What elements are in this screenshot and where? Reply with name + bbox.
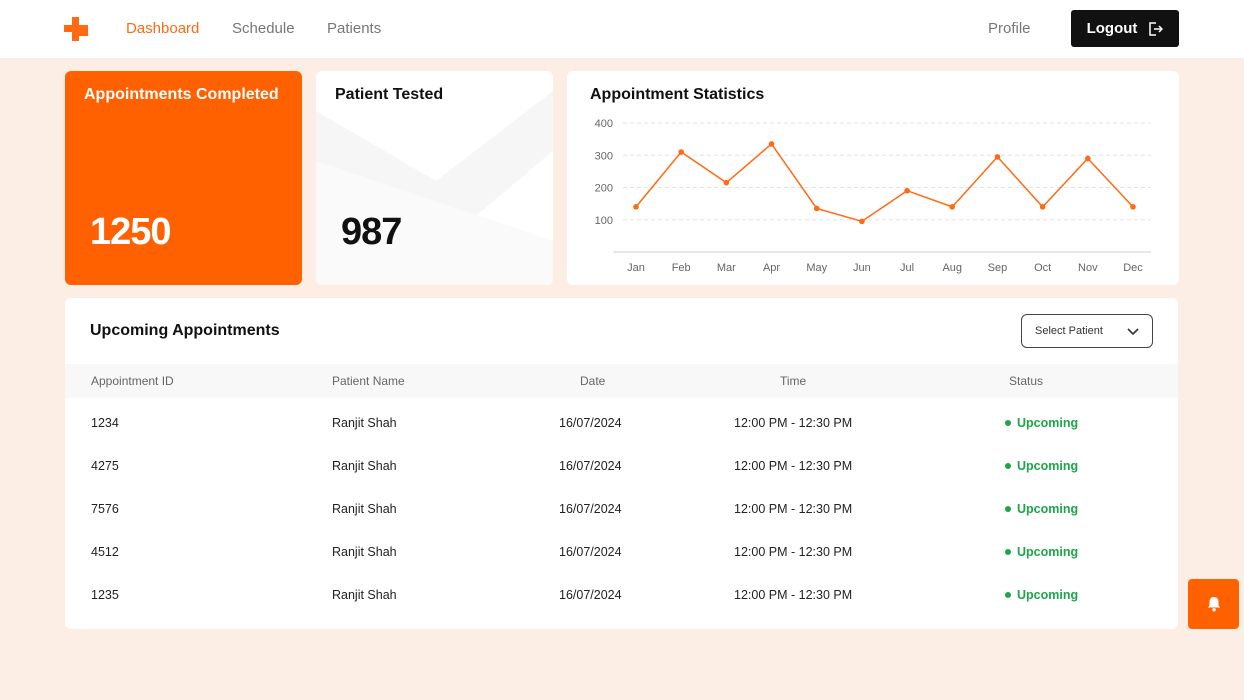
data-point[interactable] [678,149,684,155]
column-header-status: Status [1009,374,1044,388]
status-badge: Upcoming [1005,416,1078,430]
patient-name: Ranjit Shah [332,502,397,516]
x-tick-label: Sep [988,262,1008,274]
appointment-id: 7576 [91,502,119,516]
top-navigation-bar: Dashboard Schedule Patients Profile Logo… [0,0,1244,58]
y-tick-label: 400 [595,118,613,130]
data-point[interactable] [994,154,1001,160]
data-point[interactable] [1039,204,1046,210]
logout-icon [1149,21,1164,36]
appointments-completed-card: Appointments Completed 1250 [65,71,302,285]
patient-name: Ranjit Shah [332,416,397,430]
appointment-time: 12:00 PM - 12:30 PM [734,545,853,559]
table-row[interactable]: 1234 Ranjit Shah 16/07/2024 12:00 PM - 1… [65,403,1178,446]
x-tick-label: Mar [717,262,736,274]
status-label: Upcoming [1017,502,1079,516]
x-tick-label: Dec [1123,262,1143,274]
y-tick-label: 100 [595,215,613,227]
status-dot [1005,549,1011,555]
appointment-id: 1235 [91,588,119,602]
nav-profile[interactable]: Profile [988,20,1031,37]
data-point[interactable] [949,204,956,210]
appointment-time: 12:00 PM - 12:30 PM [734,459,853,473]
status-dot [1005,506,1011,512]
appointments-completed-value: 1250 [90,211,172,253]
patient-tested-value: 987 [341,211,402,253]
column-header-patient-name: Patient Name [332,374,405,388]
x-tick-label: Jun [853,262,871,274]
nav-dashboard[interactable]: Dashboard [126,20,199,37]
y-tick-label: 200 [595,183,613,195]
appointment-time: 12:00 PM - 12:30 PM [734,502,853,516]
select-patient-dropdown[interactable]: Select Patient [1021,314,1153,348]
status-label: Upcoming [1017,545,1079,559]
logout-button[interactable]: Logout [1071,10,1179,47]
x-tick-label: Feb [672,262,691,274]
appointment-statistics-card: Appointment Statistics 100 200 300 400 Jan Fe… [567,71,1179,285]
patient-name: Ranjit Shah [332,545,397,559]
status-label: Upcoming [1017,459,1079,473]
appointment-time: 12:00 PM - 12:30 PM [734,416,853,430]
cross-logo-icon[interactable] [64,17,88,41]
appointment-id: 4512 [91,545,119,559]
status-badge: Upcoming [1005,545,1078,559]
status-dot [1005,592,1011,598]
status-label: Upcoming [1017,588,1079,602]
logout-button-label: Logout [1086,20,1138,37]
data-point[interactable] [813,205,820,212]
x-tick-label: Jan [627,262,645,274]
x-tick-label: Nov [1078,262,1098,274]
table-row[interactable]: 4275 Ranjit Shah 16/07/2024 12:00 PM - 1… [65,446,1178,489]
appointment-date: 16/07/2024 [559,502,622,516]
bell-icon [1207,597,1220,612]
appointment-time: 12:00 PM - 12:30 PM [734,588,853,602]
data-point[interactable] [1130,204,1136,210]
status-dot [1005,420,1011,426]
table-row[interactable]: 1235 Ranjit Shah 16/07/2024 12:00 PM - 1… [65,575,1178,618]
x-tick-label: May [806,262,827,274]
x-tick-label: Oct [1034,262,1051,274]
x-tick-label: Jul [900,262,914,274]
appointment-date: 16/07/2024 [559,459,622,473]
appointment-statistics-chart: 100 200 300 400 Jan Feb Mar Apr May Jun Jul Aug Sep O… [595,118,1151,274]
appointment-date: 16/07/2024 [559,545,622,559]
appointment-date: 16/07/2024 [559,416,622,430]
column-header-time: Time [780,374,807,388]
patient-name: Ranjit Shah [332,588,397,602]
table-row[interactable]: 4512 Ranjit Shah 16/07/2024 12:00 PM - 1… [65,532,1178,575]
upcoming-appointments-title: Upcoming Appointments [90,322,280,339]
patient-tested-title: Patient Tested [335,86,444,103]
patient-tested-card: Patient Tested 987 [316,71,553,285]
x-tick-label: Apr [763,262,780,274]
x-tick-label: Aug [942,262,962,274]
appointment-date: 16/07/2024 [559,588,622,602]
status-badge: Upcoming [1005,502,1078,516]
data-point[interactable] [768,141,775,147]
chevron-down-icon [1127,328,1139,336]
data-point[interactable] [723,179,730,186]
patient-name: Ranjit Shah [332,459,397,473]
column-header-appointment-id: Appointment ID [91,374,174,388]
data-point[interactable] [904,187,910,194]
select-patient-label: Select Patient [1035,325,1103,337]
nav-patients[interactable]: Patients [327,20,381,37]
table-row[interactable]: 7576 Ranjit Shah 16/07/2024 12:00 PM - 1… [65,489,1178,532]
notifications-button[interactable] [1188,579,1239,629]
appointments-completed-title: Appointments Completed [84,86,279,103]
status-dot [1005,463,1011,469]
data-point[interactable] [633,204,639,210]
upcoming-appointments-panel: Upcoming Appointments Select Patient App… [65,298,1178,629]
y-tick-label: 300 [595,150,613,162]
column-header-date: Date [580,374,606,388]
status-badge: Upcoming [1005,588,1078,602]
nav-schedule[interactable]: Schedule [232,20,295,37]
appointment-id: 4275 [91,459,119,473]
appointment-id: 1234 [91,416,119,430]
data-point[interactable] [1085,155,1091,162]
table-header: Appointment ID Patient Name Date Time St… [65,364,1178,398]
status-label: Upcoming [1017,416,1079,430]
status-badge: Upcoming [1005,459,1078,473]
data-point[interactable] [859,218,865,225]
